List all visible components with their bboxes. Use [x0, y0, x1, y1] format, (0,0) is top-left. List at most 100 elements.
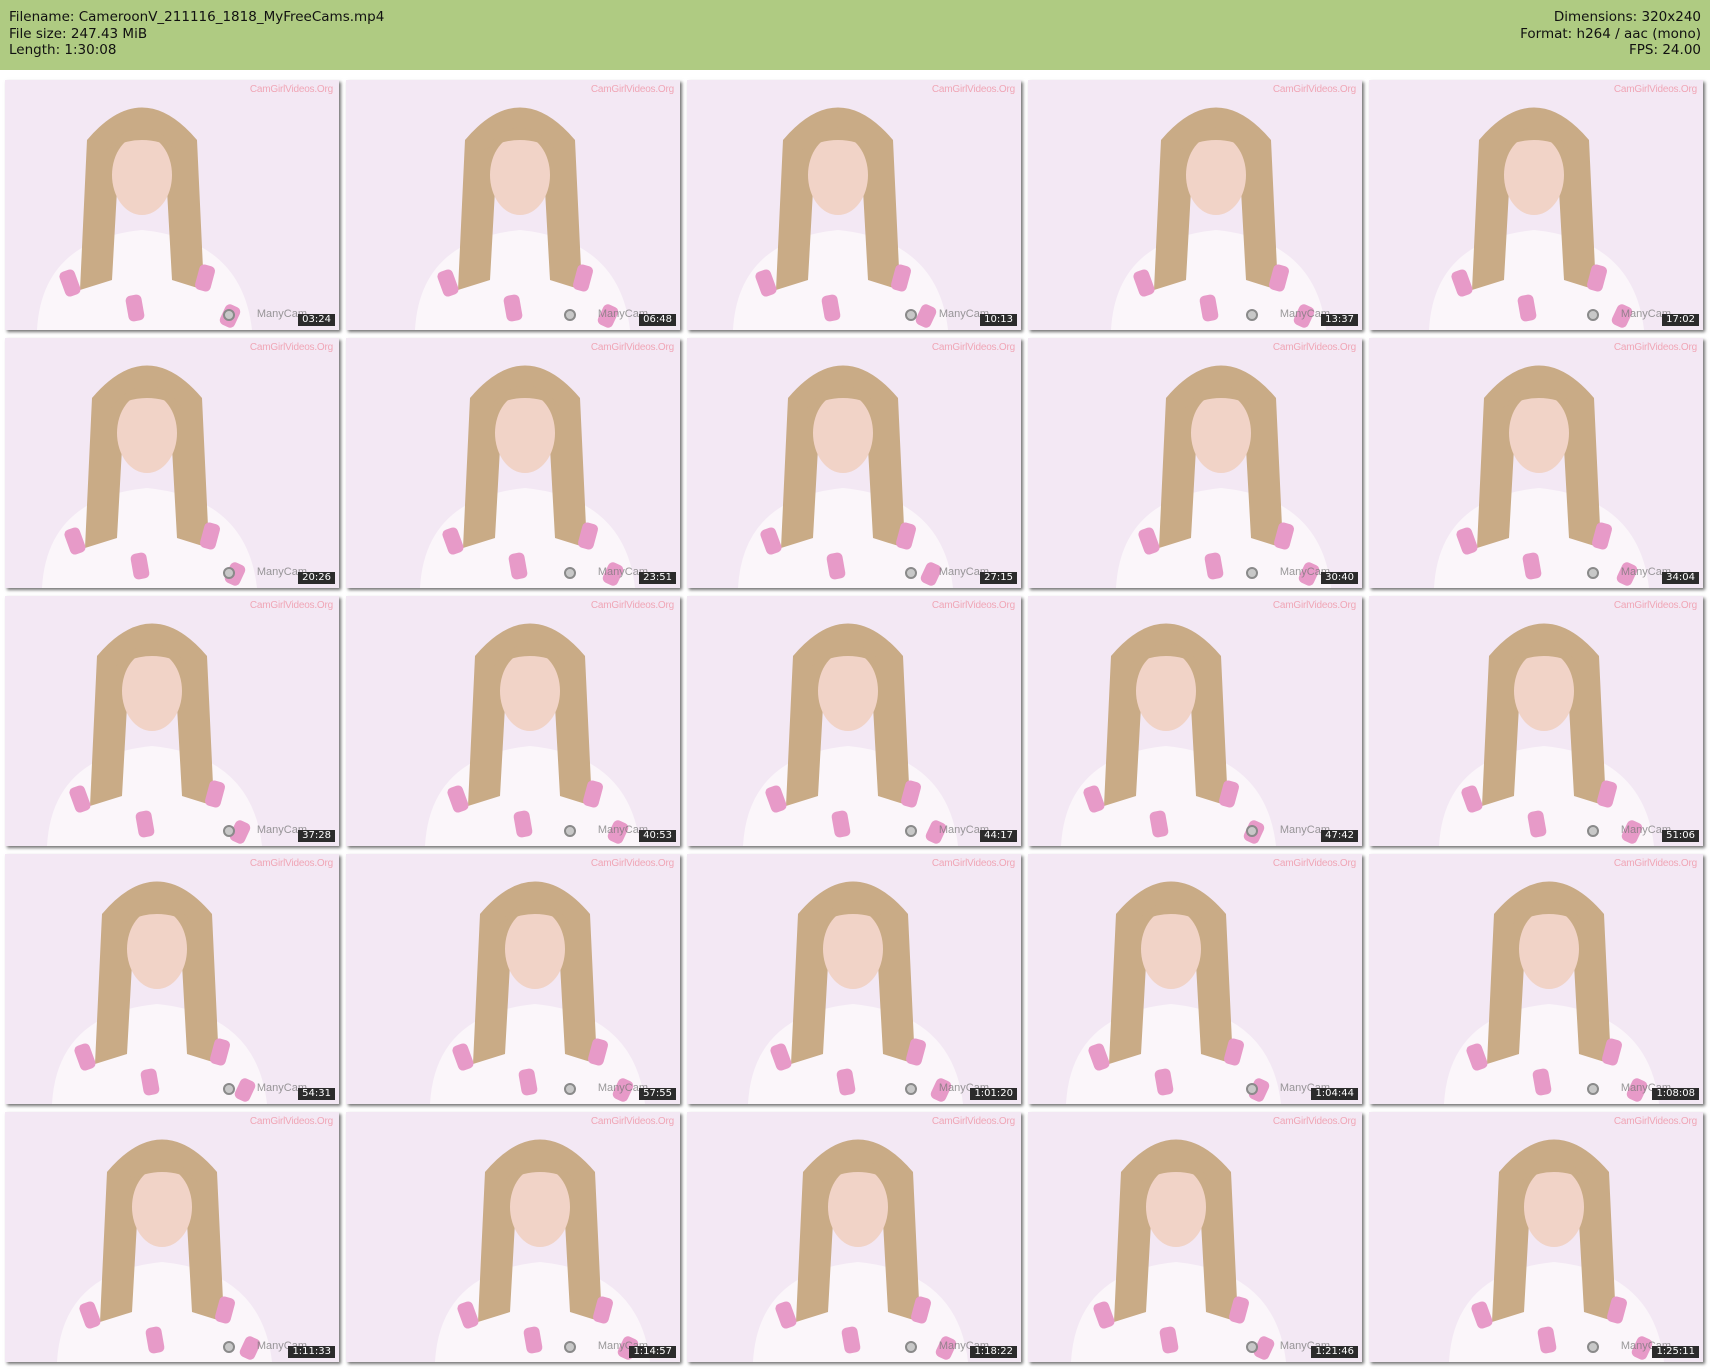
timestamp-label: 1:08:08 — [1652, 1088, 1699, 1100]
frame-image — [687, 1112, 1021, 1362]
webcam-icon — [1587, 309, 1599, 321]
video-thumbnail[interactable]: CamGirlVideos.Org ManyCam 1:14:57 — [346, 1112, 680, 1362]
site-watermark: CamGirlVideos.Org — [1272, 1116, 1356, 1127]
frame-image — [5, 854, 339, 1104]
site-watermark: CamGirlVideos.Org — [931, 858, 1015, 869]
timestamp-label: 1:14:57 — [629, 1346, 676, 1358]
site-watermark: CamGirlVideos.Org — [1613, 84, 1697, 95]
webcam-icon — [223, 1341, 235, 1353]
webcam-icon — [564, 309, 576, 321]
webcam-icon — [905, 309, 917, 321]
frame-image — [1369, 1112, 1703, 1362]
video-thumbnail[interactable]: CamGirlVideos.Org ManyCam 1:01:20 — [687, 854, 1021, 1104]
site-watermark: CamGirlVideos.Org — [590, 342, 674, 353]
webcam-icon — [564, 1083, 576, 1095]
video-thumbnail[interactable]: CamGirlVideos.Org ManyCam 10:13 — [687, 80, 1021, 330]
frame-image — [346, 596, 680, 846]
webcam-icon — [1587, 1341, 1599, 1353]
video-thumbnail[interactable]: CamGirlVideos.Org ManyCam 1:08:08 — [1369, 854, 1703, 1104]
timestamp-label: 51:06 — [1662, 830, 1699, 842]
video-thumbnail[interactable]: CamGirlVideos.Org ManyCam 27:15 — [687, 338, 1021, 588]
frame-image — [687, 338, 1021, 588]
video-thumbnail[interactable]: CamGirlVideos.Org ManyCam 1:25:11 — [1369, 1112, 1703, 1362]
site-watermark: CamGirlVideos.Org — [249, 1116, 333, 1127]
video-thumbnail[interactable]: CamGirlVideos.Org ManyCam 1:18:22 — [687, 1112, 1021, 1362]
frame-image — [1028, 338, 1362, 588]
video-thumbnail[interactable]: CamGirlVideos.Org ManyCam 23:51 — [346, 338, 680, 588]
frame-image — [1028, 1112, 1362, 1362]
webcam-icon — [223, 567, 235, 579]
video-thumbnail[interactable]: CamGirlVideos.Org ManyCam 06:48 — [346, 80, 680, 330]
fps-text: FPS: 24.00 — [1629, 42, 1701, 58]
webcam-icon — [1246, 1083, 1258, 1095]
webcam-icon — [223, 825, 235, 837]
video-thumbnail[interactable]: CamGirlVideos.Org ManyCam 34:04 — [1369, 338, 1703, 588]
video-thumbnail[interactable]: CamGirlVideos.Org ManyCam 57:55 — [346, 854, 680, 1104]
video-thumbnail[interactable]: CamGirlVideos.Org ManyCam 37:28 — [5, 596, 339, 846]
site-watermark: CamGirlVideos.Org — [249, 600, 333, 611]
frame-image — [1369, 596, 1703, 846]
webcam-icon — [905, 1083, 917, 1095]
timestamp-label: 1:01:20 — [970, 1088, 1017, 1100]
timestamp-label: 54:31 — [298, 1088, 335, 1100]
frame-image — [687, 854, 1021, 1104]
format-text: Format: h264 / aac (mono) — [1520, 25, 1701, 42]
frame-image — [1028, 596, 1362, 846]
timestamp-label: 40:53 — [639, 830, 676, 842]
timestamp-label: 03:24 — [298, 314, 335, 326]
site-watermark: CamGirlVideos.Org — [1272, 84, 1356, 95]
video-thumbnail[interactable]: CamGirlVideos.Org ManyCam 44:17 — [687, 596, 1021, 846]
video-thumbnail[interactable]: CamGirlVideos.Org ManyCam 03:24 — [5, 80, 339, 330]
timestamp-label: 13:37 — [1321, 314, 1358, 326]
site-watermark: CamGirlVideos.Org — [590, 84, 674, 95]
timestamp-label: 37:28 — [298, 830, 335, 842]
timestamp-label: 34:04 — [1662, 572, 1699, 584]
timestamp-label: 1:11:33 — [288, 1346, 335, 1358]
video-thumbnail[interactable]: CamGirlVideos.Org ManyCam 40:53 — [346, 596, 680, 846]
webcam-icon — [1246, 309, 1258, 321]
frame-image — [687, 80, 1021, 330]
video-thumbnail[interactable]: CamGirlVideos.Org ManyCam 20:26 — [5, 338, 339, 588]
video-thumbnail[interactable]: CamGirlVideos.Org ManyCam 30:40 — [1028, 338, 1362, 588]
video-thumbnail[interactable]: CamGirlVideos.Org ManyCam 54:31 — [5, 854, 339, 1104]
video-thumbnail[interactable]: CamGirlVideos.Org ManyCam 17:02 — [1369, 80, 1703, 330]
timestamp-label: 1:25:11 — [1652, 1346, 1699, 1358]
site-watermark: CamGirlVideos.Org — [931, 1116, 1015, 1127]
webcam-icon — [223, 309, 235, 321]
frame-image — [687, 596, 1021, 846]
frame-image — [1369, 854, 1703, 1104]
timestamp-label: 1:21:46 — [1311, 1346, 1358, 1358]
frame-image — [346, 338, 680, 588]
site-watermark: CamGirlVideos.Org — [931, 342, 1015, 353]
site-watermark: CamGirlVideos.Org — [1613, 1116, 1697, 1127]
video-thumbnail[interactable]: CamGirlVideos.Org ManyCam 51:06 — [1369, 596, 1703, 846]
webcam-icon — [905, 1341, 917, 1353]
frame-image — [1369, 80, 1703, 330]
filename-text: Filename: CameroonV_211116_1818_MyFreeCa… — [9, 9, 385, 25]
webcam-icon — [1587, 567, 1599, 579]
video-thumbnail[interactable]: CamGirlVideos.Org ManyCam 1:04:44 — [1028, 854, 1362, 1104]
timestamp-label: 57:55 — [639, 1088, 676, 1100]
frame-image — [1028, 80, 1362, 330]
webcam-icon — [564, 567, 576, 579]
timestamp-label: 47:42 — [1321, 830, 1358, 842]
video-thumbnail[interactable]: CamGirlVideos.Org ManyCam 1:21:46 — [1028, 1112, 1362, 1362]
webcam-icon — [1246, 1341, 1258, 1353]
site-watermark: CamGirlVideos.Org — [1272, 858, 1356, 869]
file-info: Filename: CameroonV_211116_1818_MyFreeCa… — [9, 9, 384, 59]
frame-image — [5, 338, 339, 588]
video-thumbnail[interactable]: CamGirlVideos.Org ManyCam 13:37 — [1028, 80, 1362, 330]
dimensions-text: Dimensions: 320x240 — [1553, 9, 1701, 25]
timestamp-label: 30:40 — [1321, 572, 1358, 584]
frame-image — [346, 1112, 680, 1362]
timestamp-label: 23:51 — [639, 572, 676, 584]
webcam-icon — [905, 825, 917, 837]
webcam-icon — [905, 567, 917, 579]
video-thumbnail[interactable]: CamGirlVideos.Org ManyCam 1:11:33 — [5, 1112, 339, 1362]
webcam-icon — [223, 1083, 235, 1095]
webcam-icon — [1246, 567, 1258, 579]
webcam-icon — [1587, 825, 1599, 837]
video-thumbnail[interactable]: CamGirlVideos.Org ManyCam 47:42 — [1028, 596, 1362, 846]
timestamp-label: 1:04:44 — [1311, 1088, 1358, 1100]
timestamp-label: 20:26 — [298, 572, 335, 584]
